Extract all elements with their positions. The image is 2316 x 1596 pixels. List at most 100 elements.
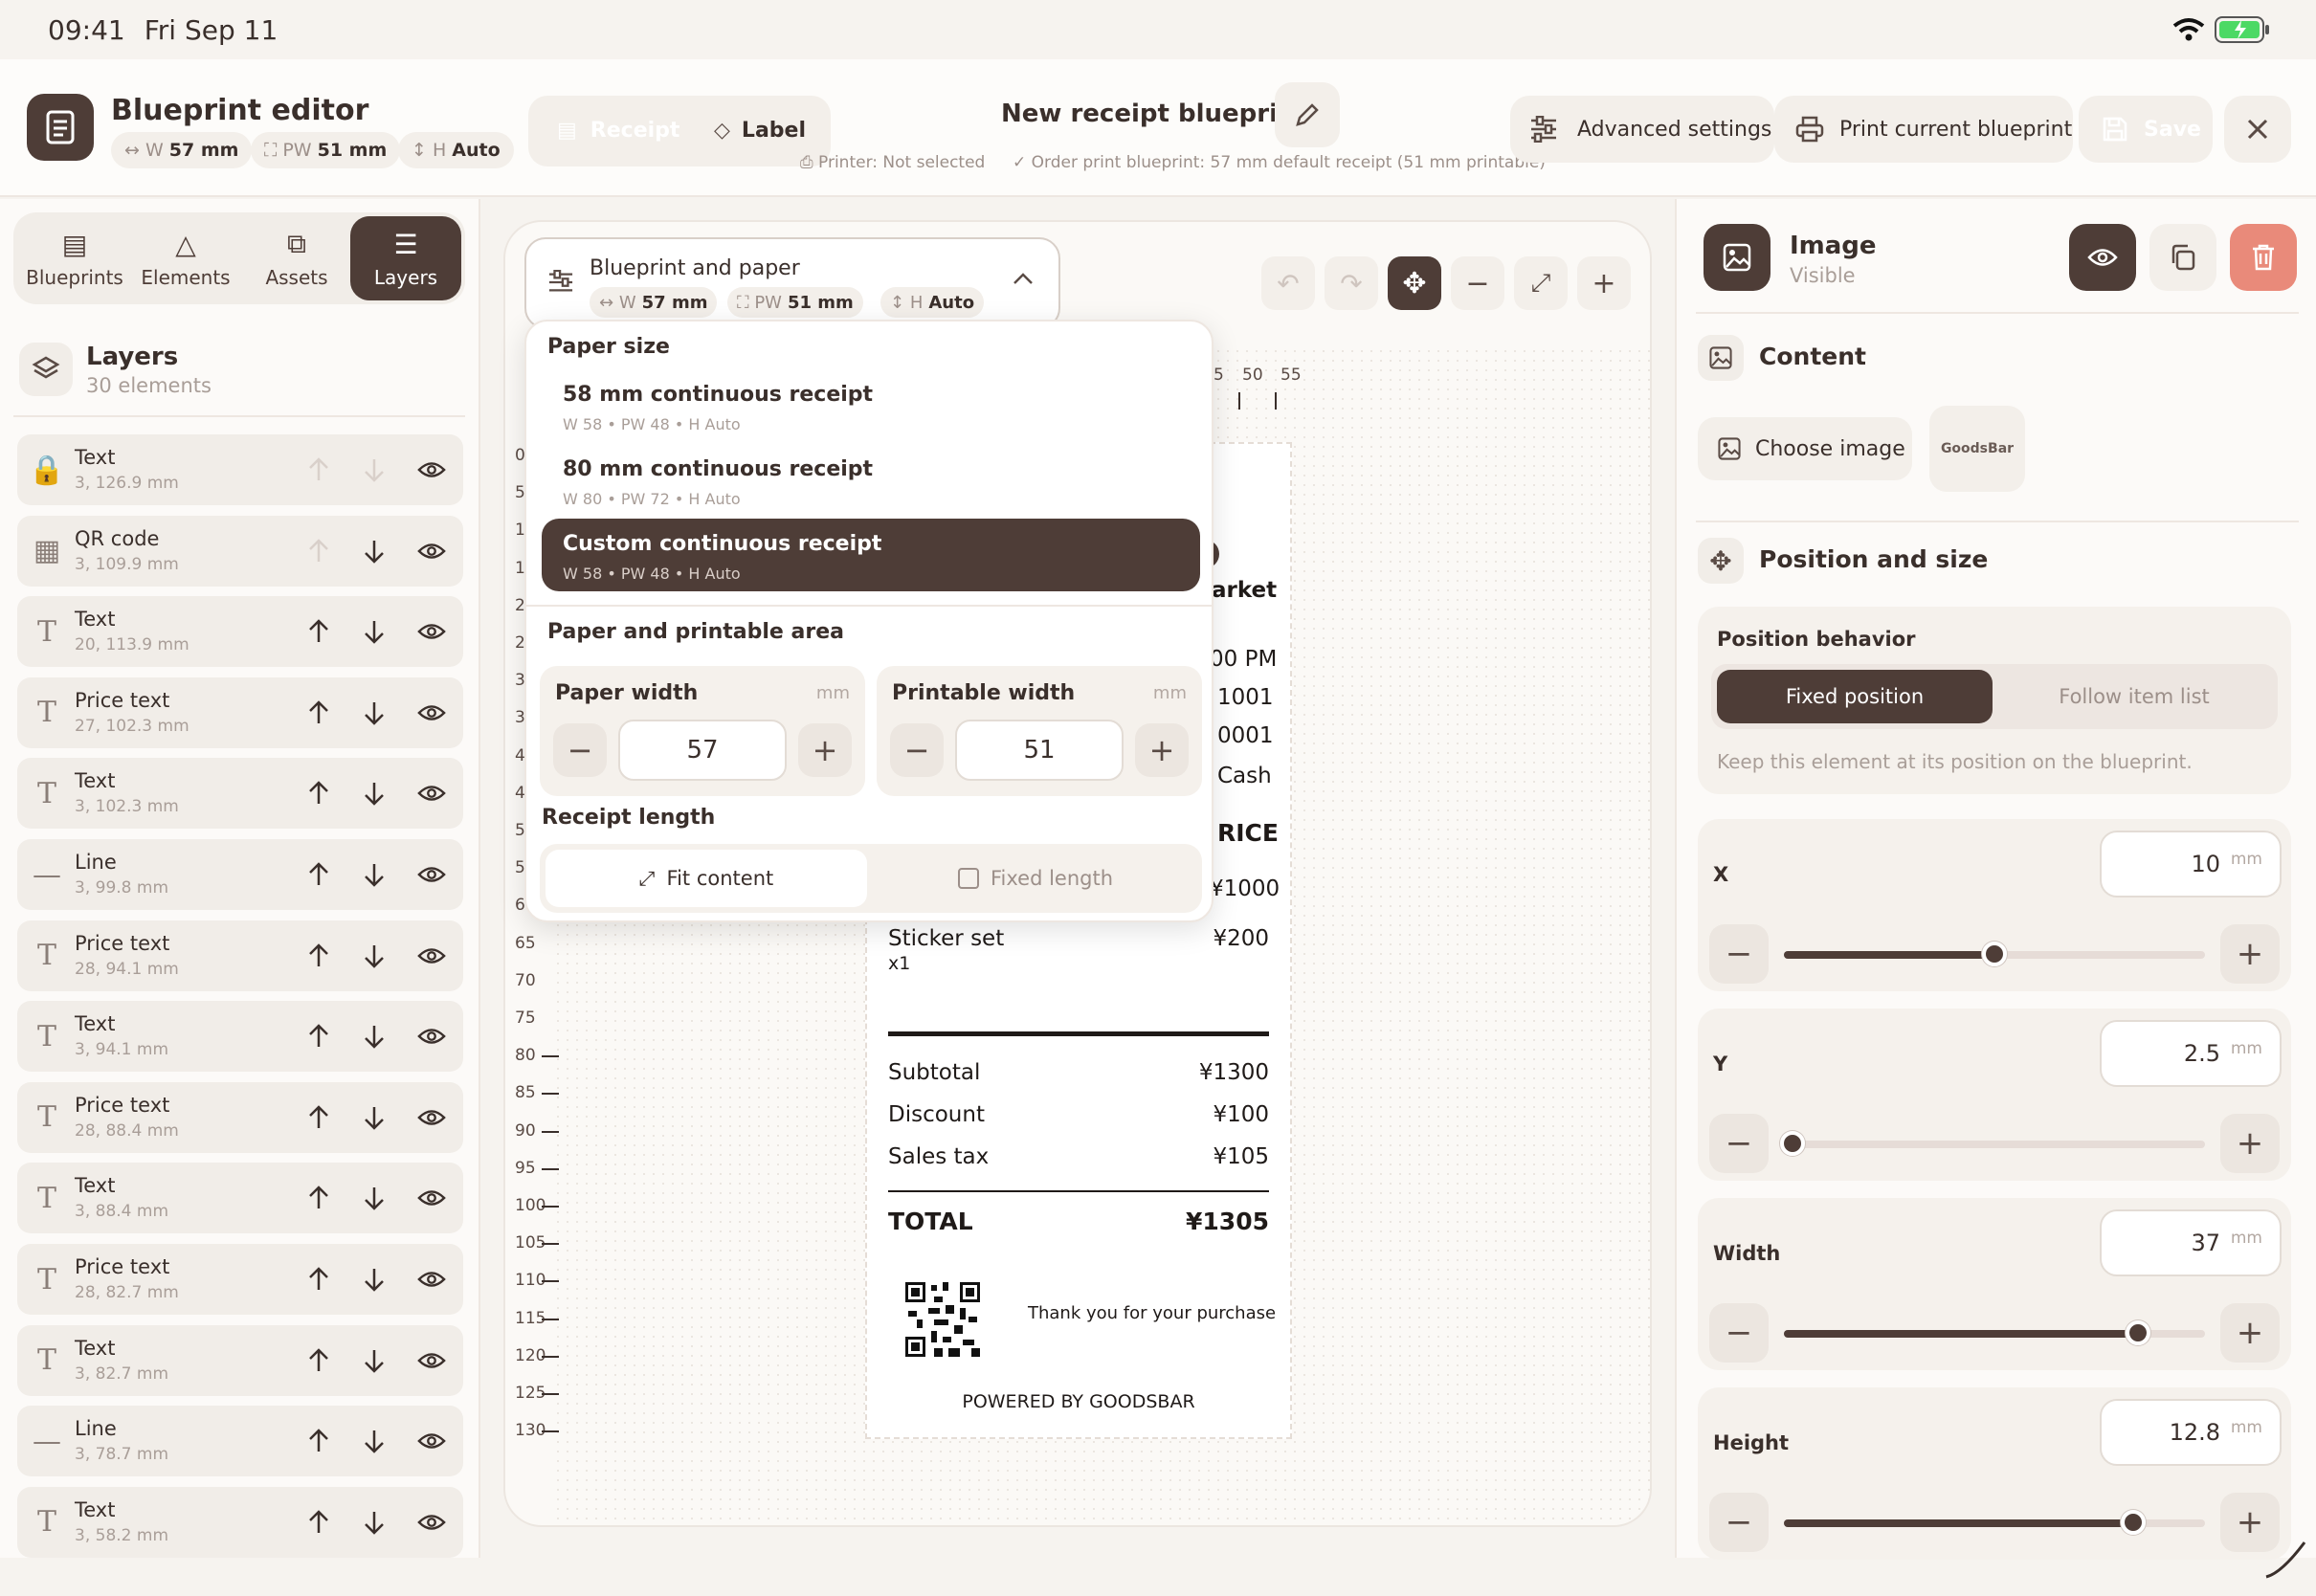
- decrement-button[interactable]: −: [1709, 1303, 1769, 1363]
- move-up-button[interactable]: [304, 537, 333, 565]
- move-down-button[interactable]: [360, 698, 389, 727]
- fixed-length-option[interactable]: Fixed length: [875, 850, 1196, 907]
- mode-label-tab[interactable]: ◇ Label: [701, 101, 825, 159]
- move-up-button[interactable]: [304, 1265, 333, 1294]
- tab-assets[interactable]: ⧉ Assets: [241, 216, 352, 300]
- eye-icon[interactable]: [417, 617, 446, 646]
- move-up-button[interactable]: [304, 1427, 333, 1455]
- dimension-slider-w[interactable]: [1784, 1320, 2205, 1345]
- eye-icon[interactable]: [417, 1508, 446, 1537]
- eye-icon[interactable]: [417, 1022, 446, 1051]
- decrement-button[interactable]: −: [1709, 924, 1769, 984]
- paper-option-custom[interactable]: Custom continuous receipt W 58 • PW 48 •…: [542, 519, 1200, 591]
- eye-icon[interactable]: [417, 698, 446, 727]
- layer-row[interactable]: T Text 3, 82.7 mm: [17, 1324, 463, 1396]
- tab-elements[interactable]: △ Elements: [130, 216, 241, 300]
- move-up-button[interactable]: [304, 617, 333, 646]
- layer-row[interactable]: T Price text 28, 82.7 mm: [17, 1244, 463, 1315]
- delete-button[interactable]: [2230, 224, 2297, 291]
- slider-knob[interactable]: [1982, 942, 2007, 966]
- print-blueprint-button[interactable]: Print current blueprint: [1774, 96, 2073, 163]
- move-up-button[interactable]: [304, 455, 333, 484]
- slider-knob[interactable]: [2121, 1510, 2146, 1535]
- decrement-button[interactable]: −: [1709, 1493, 1769, 1552]
- layer-row[interactable]: — Line 3, 99.8 mm: [17, 839, 463, 910]
- move-down-button[interactable]: [360, 779, 389, 808]
- advanced-settings-button[interactable]: Advanced settings: [1510, 96, 1774, 163]
- layer-row[interactable]: T Price text 28, 94.1 mm: [17, 920, 463, 991]
- move-down-button[interactable]: [360, 1508, 389, 1537]
- tab-blueprints[interactable]: ▤ Blueprints: [19, 216, 130, 300]
- move-down-button[interactable]: [360, 1427, 389, 1455]
- paper-width-input[interactable]: 57: [618, 720, 787, 781]
- dimension-slider-x[interactable]: [1784, 942, 2205, 966]
- move-down-button[interactable]: [360, 1022, 389, 1051]
- layer-row[interactable]: T Price text 27, 102.3 mm: [17, 676, 463, 748]
- close-button[interactable]: [2224, 96, 2291, 163]
- dimension-input-h[interactable]: 12.8 mm: [2100, 1399, 2282, 1466]
- printable-width-input[interactable]: 51: [955, 720, 1124, 781]
- move-down-button[interactable]: [360, 1103, 389, 1132]
- move-up-button[interactable]: [304, 860, 333, 889]
- move-up-button[interactable]: [304, 698, 333, 727]
- increment-button[interactable]: +: [2220, 924, 2280, 984]
- move-down-button[interactable]: [360, 455, 389, 484]
- paper-width-decrement[interactable]: −: [553, 723, 607, 777]
- move-down-button[interactable]: [360, 1346, 389, 1375]
- save-button[interactable]: Save: [2079, 96, 2213, 163]
- eye-icon[interactable]: [417, 1265, 446, 1294]
- layer-row[interactable]: T Text 3, 94.1 mm: [17, 1001, 463, 1073]
- paper-width-increment[interactable]: +: [798, 723, 852, 777]
- layer-row[interactable]: T Text 20, 113.9 mm: [17, 596, 463, 668]
- move-down-button[interactable]: [360, 860, 389, 889]
- duplicate-button[interactable]: [2149, 224, 2216, 291]
- layer-row[interactable]: T Price text 28, 88.4 mm: [17, 1081, 463, 1153]
- move-up-button[interactable]: [304, 1184, 333, 1212]
- layer-row[interactable]: T Text 3, 88.4 mm: [17, 1163, 463, 1234]
- dimension-input-y[interactable]: 2.5 mm: [2100, 1020, 2282, 1087]
- move-up-button[interactable]: [304, 1103, 333, 1132]
- choose-image-button[interactable]: Choose image: [1698, 417, 1912, 480]
- dimension-slider-y[interactable]: [1780, 1131, 2205, 1156]
- move-down-button[interactable]: [360, 617, 389, 646]
- eye-icon[interactable]: [417, 455, 446, 484]
- fixed-position-option[interactable]: Fixed position: [1717, 670, 1993, 723]
- follow-item-list-option[interactable]: Follow item list: [1996, 670, 2272, 723]
- move-up-button[interactable]: [304, 1022, 333, 1051]
- rename-button[interactable]: [1275, 82, 1340, 147]
- pan-tool-button[interactable]: ✥: [1388, 256, 1441, 310]
- slider-knob[interactable]: [1780, 1131, 1805, 1156]
- fit-content-option[interactable]: ⤢ Fit content: [546, 850, 867, 907]
- slider-knob[interactable]: [2126, 1320, 2150, 1345]
- eye-icon[interactable]: [417, 942, 446, 970]
- printable-width-increment[interactable]: +: [1135, 723, 1189, 777]
- decrement-button[interactable]: −: [1709, 1114, 1769, 1173]
- paper-option-58mm[interactable]: 58 mm continuous receipt W 58 • PW 48 • …: [542, 369, 1200, 442]
- move-up-button[interactable]: [304, 1346, 333, 1375]
- increment-button[interactable]: +: [2220, 1114, 2280, 1173]
- dimension-input-x[interactable]: 10 mm: [2100, 831, 2282, 898]
- current-image-thumbnail[interactable]: GoodsBar: [1929, 406, 2025, 492]
- layer-row[interactable]: ▦ QR code 3, 109.9 mm: [17, 515, 463, 587]
- layer-row[interactable]: 🔒 Text 3, 126.9 mm: [17, 434, 463, 505]
- fit-screen-button[interactable]: ⤢: [1514, 256, 1568, 310]
- printable-width-decrement[interactable]: −: [890, 723, 944, 777]
- redo-button[interactable]: ↷: [1325, 256, 1378, 310]
- move-up-button[interactable]: [304, 1508, 333, 1537]
- zoom-out-button[interactable]: −: [1451, 256, 1504, 310]
- eye-icon[interactable]: [417, 779, 446, 808]
- eye-icon[interactable]: [417, 1184, 446, 1212]
- layer-row[interactable]: T Text 3, 102.3 mm: [17, 758, 463, 830]
- move-down-button[interactable]: [360, 942, 389, 970]
- undo-button[interactable]: ↶: [1261, 256, 1315, 310]
- paper-option-80mm[interactable]: 80 mm continuous receipt W 80 • PW 72 • …: [542, 444, 1200, 517]
- toggle-visibility-button[interactable]: [2069, 224, 2136, 291]
- move-up-button[interactable]: [304, 779, 333, 808]
- increment-button[interactable]: +: [2220, 1303, 2280, 1363]
- move-down-button[interactable]: [360, 1265, 389, 1294]
- layer-row[interactable]: — Line 3, 78.7 mm: [17, 1406, 463, 1477]
- blueprint-paper-toggle[interactable]: Blueprint and paper ↔ W 57 mm ⛶ PW 51 mm ↕…: [524, 237, 1060, 329]
- zoom-in-button[interactable]: +: [1577, 256, 1631, 310]
- eye-icon[interactable]: [417, 537, 446, 565]
- mode-receipt-tab[interactable]: ▤ Receipt: [536, 101, 691, 159]
